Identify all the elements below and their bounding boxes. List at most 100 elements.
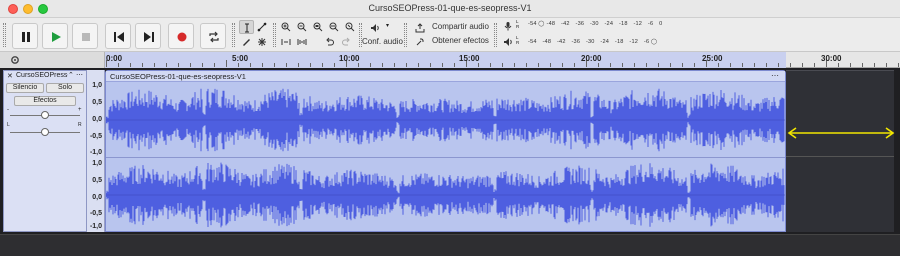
play-icon <box>52 32 61 42</box>
skip-to-start-button[interactable] <box>105 23 131 49</box>
loop-button[interactable] <box>200 23 226 49</box>
ruler-tick <box>646 63 647 67</box>
silence-audio-button[interactable] <box>295 35 310 49</box>
ruler-tick <box>358 63 359 67</box>
amplitude-scale: 1,0 0,5 0,0 -0,5 -1,0 1,0 0,5 0,0 -0,5 -… <box>87 70 105 232</box>
solo-button[interactable]: Solo <box>46 83 84 93</box>
multi-tool-button[interactable] <box>255 35 270 49</box>
audio-clip[interactable]: CursoSEOPress-01-que-es-seopress-V1 ⋯ <box>105 70 786 232</box>
record-meter-scale[interactable]: -54 ◯ -48 -42 -36 -30 -24 -18 -12 -6 0 <box>528 21 662 27</box>
scale-label: 0,5 <box>92 99 102 106</box>
waveform-right-channel[interactable] <box>106 158 785 232</box>
zoom-in-button[interactable] <box>279 20 294 34</box>
ruler-tick <box>226 60 227 67</box>
ruler-tick <box>262 63 263 67</box>
playback-level-slider-knob[interactable]: ◯ <box>651 39 657 45</box>
waveform-left-channel[interactable] <box>106 83 785 157</box>
redo-icon <box>342 37 350 46</box>
record-icon <box>177 32 187 42</box>
share-audio-icon-button[interactable] <box>413 21 428 35</box>
gain-minus-label: - <box>7 107 9 113</box>
playback-meter-button[interactable] <box>501 35 516 49</box>
pan-slider-knob[interactable] <box>41 128 49 136</box>
ruler-tick <box>634 63 635 67</box>
loop-icon <box>209 31 219 43</box>
get-effects-icon-button[interactable] <box>413 35 428 49</box>
clip-menu-icon[interactable]: ⋯ <box>771 71 779 80</box>
window-title: CursoSEOPress-01-que-es-seopress-V1 <box>368 3 532 13</box>
stop-button[interactable] <box>72 23 98 49</box>
share-audio-button[interactable]: Compartir audio <box>432 22 489 31</box>
ruler-tick <box>442 63 443 67</box>
pencil-icon <box>243 39 250 46</box>
skip-to-end-button[interactable] <box>135 23 161 49</box>
speaker-icon <box>371 24 379 32</box>
fit-project-button[interactable] <box>327 20 342 34</box>
audio-setup-label[interactable]: Conf. audio <box>362 37 403 46</box>
scale-label: -0,5 <box>89 210 102 217</box>
ruler-tick <box>166 63 167 67</box>
undo-icon <box>326 37 334 46</box>
track-menu-icon[interactable]: ⋯ <box>76 71 83 79</box>
ruler-tick <box>298 63 299 67</box>
record-level-slider-knob[interactable]: ◯ <box>538 21 544 27</box>
close-track-icon[interactable]: ✕ <box>7 72 13 80</box>
toolbar-grip-meters[interactable] <box>494 23 497 47</box>
play-button[interactable] <box>42 23 68 49</box>
ruler-tick <box>190 63 191 67</box>
record-button[interactable] <box>168 23 194 49</box>
toolbar-grip-share[interactable] <box>404 23 407 47</box>
timeline-selection-highlight <box>105 52 786 68</box>
silence-icon <box>297 39 307 45</box>
clip-title[interactable]: CursoSEOPress-01-que-es-seopress-V1 <box>110 72 246 81</box>
ruler-tick <box>550 63 551 67</box>
mute-button[interactable]: Silencio <box>6 83 44 93</box>
undo-button[interactable] <box>323 35 338 49</box>
ruler-tick <box>790 63 791 67</box>
gain-slider-knob[interactable] <box>41 111 49 119</box>
ruler-tick <box>478 63 479 67</box>
toolbar-grip-tools[interactable] <box>232 23 235 47</box>
ruler-tick <box>334 63 335 67</box>
ruler-tick <box>118 63 119 67</box>
track-name[interactable]: CursoSEOPress- <box>16 72 68 79</box>
effects-button[interactable]: Efectos <box>14 96 76 106</box>
toolbar-grip[interactable] <box>3 23 6 47</box>
zoom-toggle-button[interactable] <box>343 20 358 34</box>
redo-button[interactable] <box>339 35 354 49</box>
skip-start-icon <box>114 32 124 42</box>
collapse-track-icon[interactable]: ⌃ <box>68 71 74 79</box>
timeline-options-area <box>0 52 105 68</box>
scale-label: -0,5 <box>89 133 102 140</box>
zoom-out-button[interactable] <box>295 20 310 34</box>
draw-tool-button[interactable] <box>239 35 254 49</box>
selection-tool-button[interactable] <box>239 20 254 34</box>
timeline-ruler[interactable]: 0:00 5:00 10:00 15:00 20:00 25:00 30:00 <box>0 52 900 68</box>
ruler-tick <box>670 63 671 67</box>
trim-audio-button[interactable] <box>279 35 294 49</box>
fit-selection-button[interactable] <box>311 20 326 34</box>
ruler-tick <box>538 63 539 67</box>
empty-track-area[interactable] <box>786 70 894 232</box>
envelope-tool-button[interactable] <box>255 20 270 34</box>
get-effects-button[interactable]: Obtener efectos <box>432 36 489 45</box>
ruler-tick <box>814 63 815 67</box>
ruler-label: 25:00 <box>702 54 723 63</box>
audio-setup-button[interactable]: ▾ <box>368 21 394 35</box>
toolbar-grip-edit[interactable] <box>273 23 276 47</box>
ruler-tick <box>658 63 659 67</box>
gear-icon[interactable] <box>10 55 20 65</box>
bottom-bar <box>0 234 900 256</box>
ruler-tick <box>142 63 143 67</box>
ruler-label: 30:00 <box>821 54 842 63</box>
record-meter-button[interactable] <box>501 19 516 33</box>
ruler-tick <box>454 63 455 67</box>
ruler-tick <box>778 63 779 67</box>
ruler-tick <box>418 63 419 67</box>
clip-header[interactable]: CursoSEOPress-01-que-es-seopress-V1 ⋯ <box>106 71 785 82</box>
track-control-panel[interactable]: ✕ CursoSEOPress- ⌃ ⋯ Silencio Solo Efect… <box>3 70 87 232</box>
skip-end-icon <box>144 32 154 42</box>
playback-meter-scale[interactable]: -54 -48 -42 -36 -30 -24 -18 -12 -6 ◯ <box>528 39 657 45</box>
pause-button[interactable] <box>12 23 38 49</box>
ruler-tick <box>214 63 215 67</box>
